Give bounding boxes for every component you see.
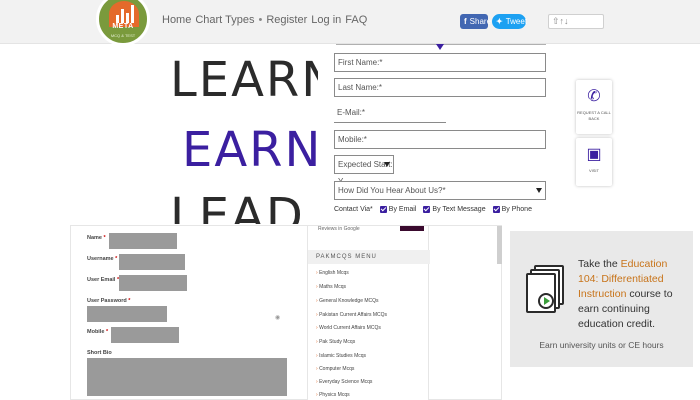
google-reviews-text: Reviews in Google [318, 226, 360, 232]
short-bio-label: Short Bio [87, 350, 112, 356]
side-menu-item[interactable]: Pak Study Mcqs [316, 339, 355, 345]
side-menu-item[interactable]: World Current Affairs MCQs [316, 325, 381, 331]
twitter-tweet-button[interactable]: ✦ Tweet [492, 14, 528, 29]
person-board-icon: ▣ [586, 146, 602, 163]
mobile-input[interactable] [111, 327, 179, 343]
request-call-back-label: REQUEST A CALL BACK [577, 110, 611, 121]
contact-email-option[interactable]: By Email [379, 206, 417, 213]
nav-login[interactable]: Log in [311, 14, 341, 26]
logo-text: META [112, 23, 134, 30]
how-heard-value: How Did You Hear About Us?* [338, 186, 446, 195]
facebook-icon: f [464, 17, 467, 26]
password-eye-icon[interactable]: ◉ [275, 314, 280, 321]
share-extension-box[interactable]: ⇧↑↓ [548, 14, 604, 29]
facebook-share-button[interactable]: f Share [460, 14, 492, 29]
banner-word-learn: LEARN [170, 52, 318, 108]
name-input[interactable] [109, 233, 177, 249]
expected-start-select[interactable]: Expected Start: Y [334, 155, 394, 186]
video-course-icon [526, 265, 564, 315]
contact-email-label: By Email [388, 206, 417, 213]
contact-text-option[interactable]: By Text Message [423, 206, 486, 213]
user-password-label: User Password * [87, 298, 131, 304]
twitter-tweet-label: Tweet [505, 17, 528, 26]
user-email-input[interactable] [119, 275, 187, 291]
how-heard-select[interactable]: How Did You Hear About Us?* [334, 181, 546, 200]
contact-text-label: By Text Message [432, 206, 486, 213]
checkbox-checked-icon[interactable] [492, 206, 500, 213]
twitter-bird-icon: ✦ [496, 17, 503, 26]
checkbox-checked-icon[interactable] [379, 206, 387, 213]
request-call-back-widget[interactable]: ✆ REQUEST A CALL BACK [576, 80, 612, 134]
contact-phone-option[interactable]: By Phone [492, 206, 532, 213]
side-menu-item[interactable]: Islamic Studies Mcqs [316, 353, 366, 359]
side-menu-item[interactable]: English Mcqs [316, 270, 349, 276]
education-course-promo[interactable]: Take the Education 104: Differentiated I… [510, 231, 693, 367]
email-field[interactable]: E-Mail:* [334, 104, 446, 123]
nav-chart-types[interactable]: Chart Types [195, 14, 254, 26]
form-pointer-icon [436, 44, 444, 50]
phone-icon: ✆ [587, 88, 601, 105]
contact-via-label: Contact Via* [334, 206, 373, 213]
short-bio-textarea[interactable] [87, 358, 287, 396]
nav-separator: • [258, 14, 263, 26]
nav-home[interactable]: Home [162, 14, 191, 26]
username-label: Username * [87, 256, 118, 262]
side-menu-item[interactable]: Maths Mcqs [316, 284, 346, 290]
chevron-down-icon [536, 188, 542, 193]
mobile-label: Mobile * [87, 329, 109, 335]
contact-via-group: Contact Via* By Email By Text Message By… [334, 206, 532, 213]
checkbox-checked-icon[interactable] [423, 206, 431, 213]
side-menu-item[interactable]: Everyday Science Mcqs [316, 379, 372, 385]
logo-chart-icon [116, 3, 136, 23]
last-name-field[interactable]: Last Name:* [334, 78, 546, 97]
dark-strip [400, 226, 424, 231]
nav-register[interactable]: Register [266, 14, 307, 26]
side-menu-item[interactable]: General Knowledge MCQs [316, 298, 378, 304]
side-menu-item[interactable]: Physics Mcqs [316, 392, 350, 398]
side-menu-item[interactable]: Pakistan Current Affairs MCQs [316, 312, 387, 318]
first-name-field[interactable]: First Name:* [334, 53, 546, 72]
play-icon [538, 293, 554, 309]
site-logo[interactable]: META MCQ & TEST [96, 0, 150, 46]
nav-faq[interactable]: FAQ [345, 14, 367, 26]
scrollbar-thumb[interactable] [497, 226, 502, 264]
main-nav: Home Chart Types • Register Log in FAQ [162, 14, 367, 26]
mobile-field[interactable]: Mobile:* [334, 130, 546, 149]
promo-footer: Earn university units or CE hours [539, 340, 664, 350]
profile-form-panel: Name * Username * User Email * User Pass… [70, 225, 502, 400]
logo-subtext: MCQ & TEST [110, 33, 136, 38]
side-menu-title: PAKMCQS MENU [308, 250, 430, 264]
user-password-input[interactable] [87, 306, 167, 322]
learn-earn-lead-banner: LEARN EARN LEAD [160, 46, 318, 224]
share-arrows-icon: ⇧↑↓ [552, 16, 569, 26]
banner-word-lead: LEAD [170, 188, 305, 224]
name-label: Name * [87, 235, 106, 241]
pakmcqs-side-menu: Reviews in Google PAKMCQS MENU English M… [307, 226, 430, 400]
chevron-down-icon [384, 162, 390, 167]
site-header: META MCQ & TEST Home Chart Types • Regis… [0, 0, 700, 46]
visit-widget[interactable]: ▣ VISIT [576, 138, 612, 186]
username-input[interactable] [119, 254, 185, 270]
contact-phone-label: By Phone [501, 206, 532, 213]
side-menu-item[interactable]: Computer Mcqs [316, 366, 354, 372]
visit-label: VISIT [588, 168, 599, 173]
user-email-label: User Email * [87, 277, 119, 283]
banner-word-earn: EARN [182, 122, 318, 178]
promo-text: Take the Education 104: Differentiated I… [578, 258, 673, 330]
facebook-share-label: Share [469, 17, 492, 26]
